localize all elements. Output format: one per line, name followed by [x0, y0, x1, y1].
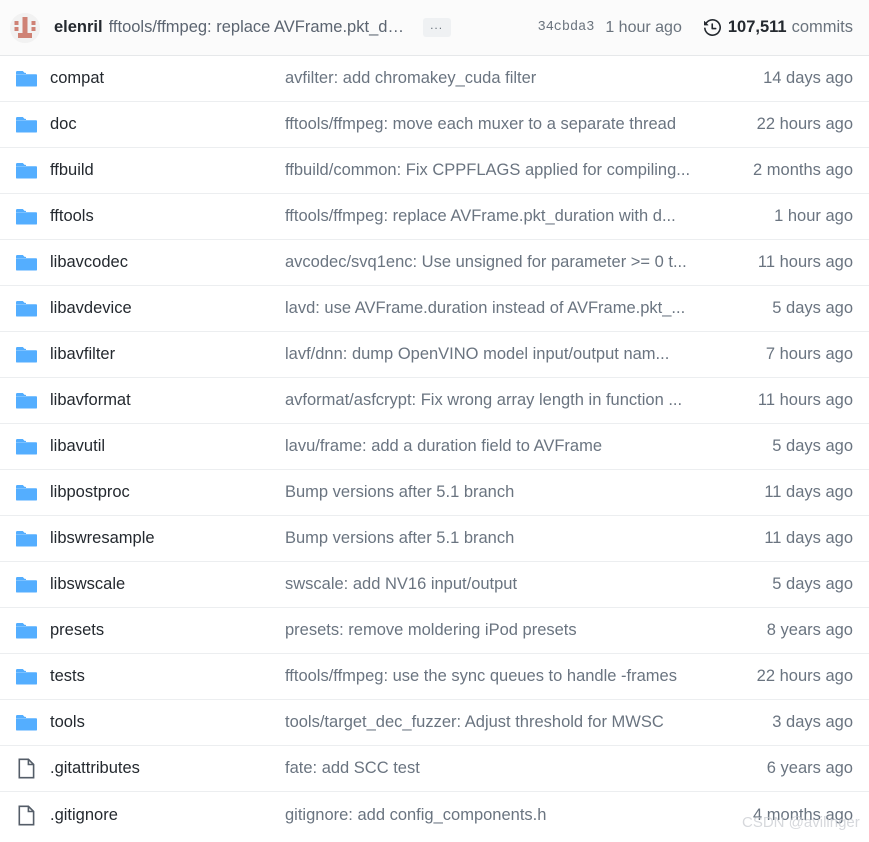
file-name-link[interactable]: tests: [50, 667, 285, 686]
file-commit-time: 11 hours ago: [757, 253, 853, 271]
file-name-link[interactable]: libavformat: [50, 391, 285, 410]
file-name-link[interactable]: libavfilter: [50, 345, 285, 364]
file-commit-message-link[interactable]: avcodec/svq1enc: Use unsigned for parame…: [285, 253, 721, 272]
folder-icon: [0, 162, 50, 180]
file-commit-time: 11 hours ago: [757, 391, 853, 409]
latest-commit-header: elenril fftools/ffmpeg: replace AVFrame.…: [0, 0, 869, 56]
file-commit-message-link[interactable]: ffbuild/common: Fix CPPFLAGS applied for…: [285, 161, 721, 180]
folder-icon: [0, 622, 50, 640]
file-commit-message-link[interactable]: Bump versions after 5.1 branch: [285, 529, 721, 548]
file-commit-time: 5 days ago: [772, 437, 853, 455]
folder-icon: [0, 254, 50, 272]
file-commit-time: 5 days ago: [772, 575, 853, 593]
file-commit-message-link[interactable]: fftools/ffmpeg: move each muxer to a sep…: [285, 115, 721, 134]
table-row[interactable]: tools tools/target_dec_fuzzer: Adjust thr…: [0, 700, 869, 746]
file-commit-message-link[interactable]: fftools/ffmpeg: use the sync queues to h…: [285, 667, 721, 686]
folder-icon: [0, 576, 50, 594]
file-commit-message-link[interactable]: swscale: add NV16 input/output: [285, 575, 721, 594]
latest-commit-title: elenril fftools/ffmpeg: replace AVFrame.…: [54, 18, 409, 37]
file-name-link[interactable]: libswresample: [50, 529, 285, 548]
table-row[interactable]: .gitignore gitignore: add config_componen…: [0, 792, 869, 838]
file-commit-time: 2 months ago: [753, 161, 853, 179]
table-row[interactable]: .gitattributes fate: add SCC test 6 years …: [0, 746, 869, 792]
commit-sha-link[interactable]: 34cbda3: [538, 20, 595, 35]
folder-icon: [0, 208, 50, 226]
file-commit-message-link[interactable]: lavf/dnn: dump OpenVINO model input/outp…: [285, 345, 721, 364]
file-name-link[interactable]: libavdevice: [50, 299, 285, 318]
table-row[interactable]: fftools fftools/ffmpeg: replace AVFrame.p…: [0, 194, 869, 240]
file-commit-message-link[interactable]: presets: remove moldering iPod presets: [285, 621, 721, 640]
table-row[interactable]: libswscale swscale: add NV16 input/output…: [0, 562, 869, 608]
file-name-link[interactable]: tools: [50, 713, 285, 732]
file-name-link[interactable]: presets: [50, 621, 285, 640]
file-commit-time: 8 years ago: [766, 621, 853, 639]
file-commit-message-link[interactable]: Bump versions after 5.1 branch: [285, 483, 721, 502]
table-row[interactable]: tests fftools/ffmpeg: use the sync queues…: [0, 654, 869, 700]
folder-icon: [0, 714, 50, 732]
folder-icon: [0, 116, 50, 134]
history-clock-icon: [703, 19, 721, 36]
file-commit-time: 11 days ago: [764, 529, 853, 547]
folder-icon: [0, 668, 50, 686]
file-commit-time: 4 months ago: [753, 805, 853, 824]
folder-icon: [0, 70, 50, 88]
file-name-link[interactable]: fftools: [50, 207, 285, 226]
file-commit-time: 1 hour ago: [774, 207, 853, 225]
commit-relative-date: 1 hour ago: [605, 18, 682, 36]
expand-commit-message-button[interactable]: ...: [422, 18, 451, 37]
file-icon: [0, 758, 50, 779]
file-commit-time: 22 hours ago: [756, 115, 853, 133]
file-commit-time: 14 days ago: [763, 69, 853, 87]
file-commit-message-link[interactable]: gitignore: add config_components.h: [285, 806, 721, 825]
file-commit-message-link[interactable]: lavu/frame: add a duration field to AVFr…: [285, 437, 721, 456]
table-row[interactable]: doc fftools/ffmpeg: move each muxer to a …: [0, 102, 869, 148]
file-commit-time: 6 years ago: [766, 759, 853, 777]
commit-meta: 34cbda3 1 hour ago 107,511 commits: [538, 18, 853, 37]
file-name-link[interactable]: libavcodec: [50, 253, 285, 272]
table-row[interactable]: compat avfilter: add chromakey_cuda filte…: [0, 56, 869, 102]
table-row[interactable]: libavformat avformat/asfcrypt: Fix wrong …: [0, 378, 869, 424]
folder-icon: [0, 346, 50, 364]
commit-message-link[interactable]: fftools/ffmpeg: replace AVFrame.pkt_dura…: [109, 18, 409, 37]
file-commit-message-link[interactable]: avfilter: add chromakey_cuda filter: [285, 69, 721, 88]
folder-icon: [0, 300, 50, 318]
folder-icon: [0, 530, 50, 548]
table-row[interactable]: libavcodec avcodec/svq1enc: Use unsigned …: [0, 240, 869, 286]
file-name-link[interactable]: libswscale: [50, 575, 285, 594]
file-name-link[interactable]: .gitattributes: [50, 759, 285, 778]
table-row[interactable]: libavutil lavu/frame: add a duration fiel…: [0, 424, 869, 470]
file-name-link[interactable]: .gitignore: [50, 806, 285, 825]
file-commit-time: 5 days ago: [772, 299, 853, 317]
table-row[interactable]: libpostproc Bump versions after 5.1 branc…: [0, 470, 869, 516]
file-commit-message-link[interactable]: fate: add SCC test: [285, 759, 721, 778]
file-name-link[interactable]: libavutil: [50, 437, 285, 456]
table-row[interactable]: libswresample Bump versions after 5.1 bra…: [0, 516, 869, 562]
file-icon: [0, 805, 50, 826]
file-commit-time: 11 days ago: [764, 483, 853, 501]
file-name-link[interactable]: ffbuild: [50, 161, 285, 180]
file-commit-time: 3 days ago: [772, 713, 853, 731]
file-commit-message-link[interactable]: fftools/ffmpeg: replace AVFrame.pkt_dura…: [285, 207, 721, 226]
table-row[interactable]: libavdevice lavd: use AVFrame.duration in…: [0, 286, 869, 332]
table-row[interactable]: ffbuild ffbuild/common: Fix CPPFLAGS appl…: [0, 148, 869, 194]
folder-icon: [0, 392, 50, 410]
repository-file-list: compat avfilter: add chromakey_cuda filte…: [0, 56, 869, 838]
file-name-link[interactable]: doc: [50, 115, 285, 134]
folder-icon: [0, 484, 50, 502]
file-commit-message-link[interactable]: lavd: use AVFrame.duration instead of AV…: [285, 299, 721, 318]
folder-icon: [0, 438, 50, 456]
commit-author-link[interactable]: elenril: [54, 18, 103, 37]
file-commit-time: 22 hours ago: [756, 667, 853, 685]
file-commit-message-link[interactable]: tools/target_dec_fuzzer: Adjust threshol…: [285, 713, 721, 732]
file-name-link[interactable]: libpostproc: [50, 483, 285, 502]
file-name-link[interactable]: compat: [50, 69, 285, 88]
identicon-avatar[interactable]: [10, 12, 40, 43]
file-commit-time: 7 hours ago: [765, 345, 853, 363]
commits-count: 107,511: [727, 18, 787, 36]
table-row[interactable]: libavfilter lavf/dnn: dump OpenVINO model…: [0, 332, 869, 378]
file-commit-message-link[interactable]: avformat/asfcrypt: Fix wrong array lengt…: [285, 391, 721, 410]
commits-label: commits: [791, 18, 853, 36]
table-row[interactable]: presets presets: remove moldering iPod pr…: [0, 608, 869, 654]
